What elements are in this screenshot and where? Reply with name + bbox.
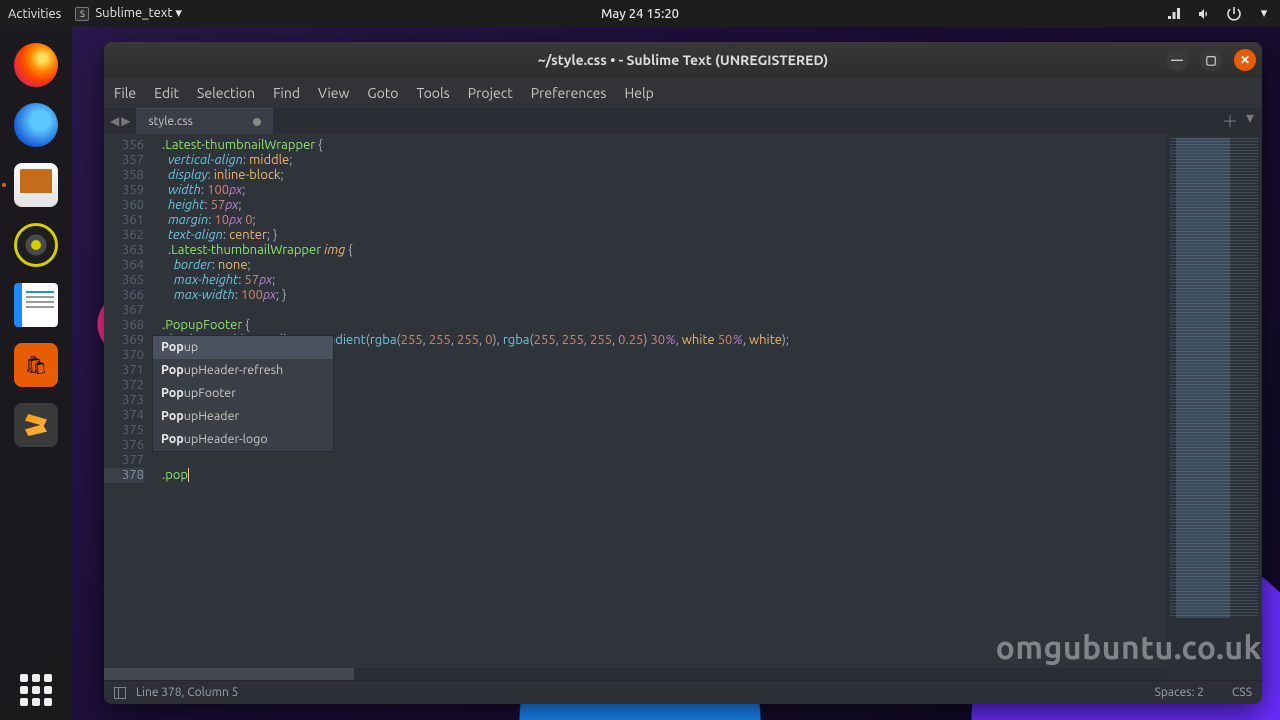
dock (0, 27, 72, 720)
sublime-app-icon: S (75, 7, 89, 21)
activities-button[interactable]: Activities (8, 7, 61, 21)
autocomplete-item[interactable]: Popup (153, 336, 333, 359)
dock-rhythmbox[interactable] (10, 219, 62, 271)
menubar: File Edit Selection Find View Goto Tools… (104, 78, 1262, 108)
sublime-window: ~/style.css • - Sublime Text (UNREGISTER… (104, 42, 1262, 704)
menu-edit[interactable]: Edit (154, 85, 179, 101)
files-icon (14, 163, 58, 207)
tab-dirty-indicator (253, 118, 261, 126)
dock-files[interactable] (10, 159, 62, 211)
menu-file[interactable]: File (114, 85, 136, 101)
tab-prev-icon[interactable]: ◀ (110, 114, 119, 128)
titlebar[interactable]: ~/style.css • - Sublime Text (UNREGISTER… (104, 42, 1262, 78)
clock[interactable]: May 24 15:20 (601, 7, 679, 21)
app-menu[interactable]: S Sublime_text ▾ (75, 6, 182, 21)
tab-menu-icon[interactable]: ▾ (1246, 108, 1254, 134)
menu-help[interactable]: Help (624, 85, 653, 101)
minimap[interactable] (1166, 134, 1262, 680)
network-icon[interactable] (1166, 6, 1182, 22)
power-icon[interactable] (1226, 6, 1242, 22)
firefox-icon (14, 43, 58, 87)
dock-software[interactable] (10, 339, 62, 391)
gnome-topbar: Activities S Sublime_text ▾ May 24 15:20… (0, 0, 1280, 27)
app-menu-label: Sublime_text ▾ (95, 6, 182, 21)
status-indent[interactable]: Spaces: 2 (1155, 686, 1204, 699)
tab-next-icon[interactable]: ▶ (121, 114, 130, 128)
autocomplete-popup[interactable]: Popup PopupHeader-refresh PopupFooter Po… (152, 335, 334, 452)
close-button[interactable]: ✕ (1234, 49, 1256, 71)
new-tab-icon[interactable]: ＋ (1222, 108, 1238, 134)
maximize-button[interactable]: ▢ (1200, 49, 1222, 71)
menu-preferences[interactable]: Preferences (531, 85, 607, 101)
statusbar: Line 378, Column 5 Spaces: 2 CSS (104, 680, 1262, 704)
watermark: omgubuntu.co.uk (996, 630, 1262, 666)
software-icon (14, 343, 58, 387)
autocomplete-item[interactable]: PopupHeader-logo (153, 428, 333, 451)
autocomplete-item[interactable]: PopupFooter (153, 382, 333, 405)
line-number-gutter: 3563573583593603613623633643653663673683… (104, 134, 152, 680)
typed-text: .pop (162, 468, 188, 482)
tabbar: ◀ ▶ style.css ＋ ▾ (104, 108, 1262, 134)
show-applications[interactable] (20, 674, 52, 706)
code-area[interactable]: .Latest-thumbnailWrapper { vertical-alig… (152, 134, 1166, 680)
menu-tools[interactable]: Tools (417, 85, 450, 101)
menu-view[interactable]: View (318, 85, 349, 101)
status-syntax[interactable]: CSS (1232, 686, 1252, 699)
editor[interactable]: 3563573583593603613623633643653663673683… (104, 134, 1262, 680)
writer-icon (14, 283, 58, 327)
sublime-icon (14, 403, 58, 447)
menu-project[interactable]: Project (468, 85, 513, 101)
scrollbar-thumb[interactable] (104, 668, 354, 680)
dock-firefox[interactable] (10, 39, 62, 91)
tab-style-css[interactable]: style.css (136, 108, 272, 134)
dock-sublime[interactable] (10, 399, 62, 451)
caret (188, 468, 189, 482)
dock-writer[interactable] (10, 279, 62, 331)
window-title: ~/style.css • - Sublime Text (UNREGISTER… (538, 52, 829, 68)
minimize-button[interactable]: — (1166, 49, 1188, 71)
tab-label: style.css (148, 115, 192, 128)
autocomplete-item[interactable]: PopupHeader (153, 405, 333, 428)
menu-selection[interactable]: Selection (197, 85, 255, 101)
dock-thunderbird[interactable] (10, 99, 62, 151)
menu-find[interactable]: Find (273, 85, 300, 101)
minimap-content (1170, 138, 1258, 618)
volume-icon[interactable] (1196, 6, 1212, 22)
status-position[interactable]: Line 378, Column 5 (136, 686, 238, 699)
autocomplete-item[interactable]: PopupHeader-refresh (153, 359, 333, 382)
chevron-down-icon[interactable]: ▾ (1256, 6, 1272, 22)
menu-goto[interactable]: Goto (367, 85, 398, 101)
horizontal-scrollbar[interactable] (104, 668, 1166, 680)
rhythmbox-icon (14, 223, 58, 267)
thunderbird-icon (14, 103, 58, 147)
panel-switcher-icon[interactable] (114, 687, 126, 699)
